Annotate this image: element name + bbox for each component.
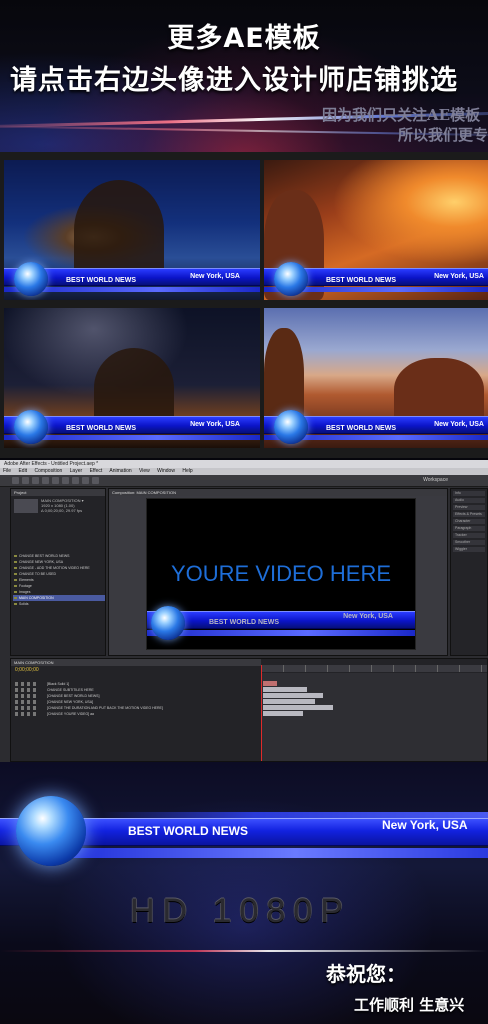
lower-third-location: New York, USA <box>190 421 240 428</box>
panel-effects-presets[interactable]: Effects & Presets <box>453 512 485 517</box>
composition-panel: Composition: MAIN COMPOSITION YOURE VIDE… <box>108 488 448 656</box>
lower-third-title: BEST WORLD NEWS <box>209 619 279 626</box>
menu-help[interactable]: Help <box>182 468 192 474</box>
globe-icon <box>274 262 308 296</box>
menu-animation[interactable]: Animation <box>109 468 131 474</box>
lower-third-location: New York, USA <box>382 818 468 832</box>
lower-third-title: BEST WORLD NEWS <box>66 277 136 284</box>
header-title-line1: 更多AE模板 <box>167 23 321 54</box>
panel-wiggler[interactable]: Wiggler <box>453 547 485 552</box>
promo-footer: BEST WORLD NEWS New York, USA HD 1080P 恭… <box>0 762 488 1024</box>
timeline-panel: MAIN COMPOSITION 0;00;00;00 [Black Solid… <box>10 658 488 762</box>
panel-preview[interactable]: Preview <box>453 505 485 510</box>
timecode-display[interactable]: 0;00;00;00 <box>15 667 39 673</box>
tab-timeline[interactable]: MAIN COMPOSITION <box>11 659 261 666</box>
tools-toolbar: Workspace <box>0 475 488 487</box>
preview-thumbnail-tree: BEST WORLD NEWS New York, USA <box>4 160 260 300</box>
time-ruler[interactable] <box>261 665 487 672</box>
project-item[interactable]: Solids <box>13 601 105 607</box>
panel-audio[interactable]: Audio <box>453 498 485 503</box>
lower-third-title: BEST WORLD NEWS <box>128 824 248 838</box>
shape-tool-icon[interactable] <box>72 477 79 484</box>
text-tool-icon[interactable] <box>92 477 99 484</box>
menu-window[interactable]: Window <box>157 468 175 474</box>
hand-tool-icon[interactable] <box>22 477 29 484</box>
lower-third-accent <box>60 848 488 858</box>
project-meta: MAIN COMPOSITION ▾ 1920 x 1080 (1.00) Δ … <box>41 498 84 513</box>
after-effects-window: Adobe After Effects - Untitled Project.a… <box>0 460 488 762</box>
window-title-bar: Adobe After Effects - Untitled Project.a… <box>0 460 488 468</box>
layer-duration-bar[interactable] <box>263 693 323 698</box>
wish-text: 工作顺利 生意兴 <box>354 996 465 1014</box>
project-item-list: CHANGE BEST WORLD NEWS CHANGE NEW YORK, … <box>13 553 105 607</box>
lower-third-title: BEST WORLD NEWS <box>326 425 396 432</box>
panel-tracker[interactable]: Tracker <box>453 533 485 538</box>
preview-thumbnail-night-sky: BEST WORLD NEWS New York, USA <box>4 308 260 448</box>
project-preview-thumbnail <box>14 499 38 513</box>
globe-icon <box>16 796 86 866</box>
panel-character[interactable]: Character <box>453 519 485 524</box>
layer-duration-bar[interactable] <box>263 705 333 710</box>
menu-bar: File Edit Composition Layer Effect Anima… <box>0 468 488 475</box>
video-placeholder-text: YOURE VIDEO HERE <box>170 561 392 586</box>
workspace-select[interactable]: Workspace <box>423 477 448 483</box>
meta-line: Δ 0;00;20;00, 29.97 fps <box>41 508 83 513</box>
zoom-tool-icon[interactable] <box>32 477 39 484</box>
menu-edit[interactable]: Edit <box>18 468 27 474</box>
lower-third-location: New York, USA <box>343 613 393 620</box>
composition-viewer[interactable]: YOURE VIDEO HERE BEST WORLD NEWS New Yor… <box>147 499 415 649</box>
globe-icon <box>14 410 48 444</box>
panel-smoother[interactable]: Smoother <box>453 540 485 545</box>
tab-project[interactable]: Project <box>11 489 105 496</box>
preview-grid: BEST WORLD NEWS New York, USA BEST WORLD… <box>0 152 488 458</box>
header-title-line2: 请点击右边头像进入设计师店铺挑选 <box>10 65 458 96</box>
tab-composition[interactable]: Composition: MAIN COMPOSITION <box>109 489 447 496</box>
menu-layer[interactable]: Layer <box>70 468 83 474</box>
header-subtitle-line2: 所以我们更专 <box>398 126 488 144</box>
project-panel: Project MAIN COMPOSITION ▾ 1920 x 1080 (… <box>10 488 106 656</box>
layer-duration-bar[interactable] <box>263 681 277 686</box>
layer-duration-bar[interactable] <box>263 711 303 716</box>
lower-third-title: BEST WORLD NEWS <box>326 277 396 284</box>
tree-silhouette <box>74 180 164 280</box>
menu-composition[interactable]: Composition <box>34 468 62 474</box>
rotate-tool-icon[interactable] <box>42 477 49 484</box>
panel-info[interactable]: Info <box>453 491 485 496</box>
globe-icon <box>274 410 308 444</box>
hd-1080p-label: HD 1080P <box>130 892 351 930</box>
layer-duration-bar[interactable] <box>263 699 315 704</box>
timeline-layer[interactable]: [CHANGE YOURE VIDEO] aa <box>11 711 261 717</box>
lower-third-location: New York, USA <box>434 273 484 280</box>
current-time-indicator[interactable] <box>261 665 262 761</box>
camera-tool-icon[interactable] <box>52 477 59 484</box>
menu-file[interactable]: File <box>3 468 11 474</box>
congrats-text: 恭祝您： <box>326 962 406 986</box>
side-panels: Info Audio Preview Effects & Presets Cha… <box>450 488 488 656</box>
lower-third-location: New York, USA <box>190 273 240 280</box>
lower-third-accent <box>147 630 415 636</box>
menu-view[interactable]: View <box>139 468 150 474</box>
header-subtitle-line1: 因为我们只关注AE模板 <box>322 106 481 124</box>
globe-icon <box>151 606 185 640</box>
selection-tool-icon[interactable] <box>12 477 19 484</box>
light-streak <box>0 950 488 952</box>
preview-thumbnail-desert-rock: BEST WORLD NEWS New York, USA <box>264 308 488 448</box>
layer-duration-bar[interactable] <box>263 687 307 692</box>
menu-effect[interactable]: Effect <box>90 468 103 474</box>
lower-third-title: BEST WORLD NEWS <box>66 425 136 432</box>
panel-paragraph[interactable]: Paragraph <box>453 526 485 531</box>
promo-header: 更多AE模板 请点击右边头像进入设计师店铺挑选 因为我们只关注AE模板 所以我们… <box>0 0 488 152</box>
lower-third-location: New York, USA <box>434 421 484 428</box>
globe-icon <box>14 262 48 296</box>
pen-tool-icon[interactable] <box>82 477 89 484</box>
pan-tool-icon[interactable] <box>62 477 69 484</box>
preview-thumbnail-canyon-sunset: BEST WORLD NEWS New York, USA <box>264 160 488 300</box>
